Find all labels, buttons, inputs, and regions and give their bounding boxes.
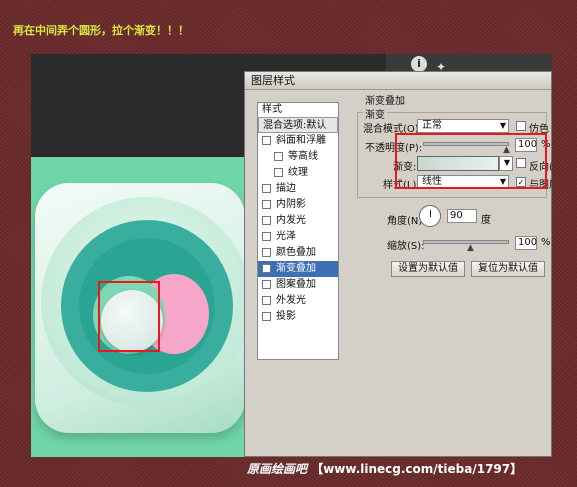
style-item-label: 渐变叠加 [276, 263, 316, 274]
style-item-label: 描边 [276, 183, 296, 194]
style-item[interactable]: 内阴影 [258, 197, 338, 213]
style-item[interactable]: 光泽 [258, 229, 338, 245]
make-default-button[interactable]: 设置为默认值 [391, 261, 465, 277]
style-checkbox[interactable] [262, 312, 271, 321]
scale-slider[interactable] [423, 240, 509, 244]
style-checkbox[interactable] [262, 184, 271, 193]
blend-mode-value: 正常 [422, 120, 442, 131]
footer-brand: 原画绘画吧 [247, 462, 308, 476]
style-item[interactable]: 颜色叠加 [258, 245, 338, 261]
circle-highlight-box [98, 281, 160, 352]
style-item-label: 颜色叠加 [276, 247, 316, 258]
footer-watermark: 原画绘画吧 【www.linecg.com/tieba/1797】 [247, 460, 522, 477]
blend-mode-select[interactable]: 正常 ▼ [417, 119, 509, 133]
style-checkbox[interactable] [262, 200, 271, 209]
tutorial-caption: 再在中间弄个圆形，拉个渐变！！！ [13, 24, 189, 37]
style-item[interactable]: 内发光 [258, 213, 338, 229]
dialog-title: 图层样式 [245, 72, 551, 90]
style-checkbox[interactable] [274, 168, 283, 177]
angle-input[interactable]: 90 [447, 209, 477, 223]
reset-default-button[interactable]: 复位为默认值 [471, 261, 545, 277]
dither-checkbox[interactable] [516, 121, 526, 131]
layer-style-dialog: 图层样式 样式 混合选项:默认 斜面和浮雕等高线纹理描边内阴影内发光光泽颜色叠加… [244, 71, 552, 457]
style-item-label: 内发光 [276, 215, 306, 226]
style-checkbox[interactable] [262, 216, 271, 225]
style-item[interactable]: 图案叠加 [258, 277, 338, 293]
style-checkbox[interactable] [274, 152, 283, 161]
style-item-label: 斜面和浮雕 [276, 135, 326, 146]
styles-list: 样式 混合选项:默认 斜面和浮雕等高线纹理描边内阴影内发光光泽颜色叠加 ✓ 渐变叠加… [257, 102, 339, 360]
chevron-down-icon: ▼ [499, 121, 506, 130]
styles-header: 样式 [262, 104, 282, 115]
angle-dial[interactable] [419, 205, 441, 227]
panel-title: 渐变叠加 [365, 96, 405, 107]
photoshop-screenshot: i ✦ 图层样式 样式 混合选项:默认 斜面和浮雕 等高线 纹理 描边 内阴影 内发光 光泽… [31, 54, 552, 457]
style-item-label: 图案叠加 [276, 279, 316, 290]
style-item[interactable]: 描边 [258, 181, 338, 197]
style-item-label: 外发光 [276, 295, 306, 306]
style-item-label: 内阴影 [276, 199, 306, 210]
info-icon[interactable]: i [411, 56, 427, 72]
style-item[interactable]: 纹理 [258, 165, 338, 181]
style-item[interactable]: 外发光 [258, 293, 338, 309]
style-checkbox[interactable] [262, 296, 271, 305]
style-item[interactable]: 斜面和浮雕 [258, 133, 338, 149]
style-checkbox[interactable] [262, 280, 271, 289]
canvas-dark-area [31, 54, 246, 157]
style-checkbox[interactable] [262, 232, 271, 241]
scale-slider-thumb[interactable]: ▲ [467, 243, 474, 253]
style-item[interactable]: ✓ 渐变叠加 [258, 261, 338, 277]
blend-options-item[interactable]: 混合选项:默认 [258, 117, 338, 133]
style-item-label: 纹理 [288, 167, 308, 178]
style-item-label: 等高线 [288, 151, 318, 162]
style-item[interactable]: 等高线 [258, 149, 338, 165]
style-checkbox[interactable] [262, 136, 271, 145]
scale-label: 缩放(S): [387, 241, 425, 252]
scale-input[interactable]: 100 [515, 236, 537, 250]
footer-url: 【www.linecg.com/tieba/1797】 [311, 462, 523, 476]
angle-unit: 度 [481, 215, 491, 226]
style-checkbox[interactable] [262, 248, 271, 257]
style-item-label: 投影 [276, 311, 296, 322]
settings-highlight-box [395, 133, 547, 189]
group-title: 渐变 [363, 106, 387, 121]
style-item[interactable]: 投影 [258, 309, 338, 325]
style-item-label: 光泽 [276, 231, 296, 242]
style-checkbox[interactable]: ✓ [262, 264, 271, 273]
scale-unit: % [541, 237, 551, 248]
